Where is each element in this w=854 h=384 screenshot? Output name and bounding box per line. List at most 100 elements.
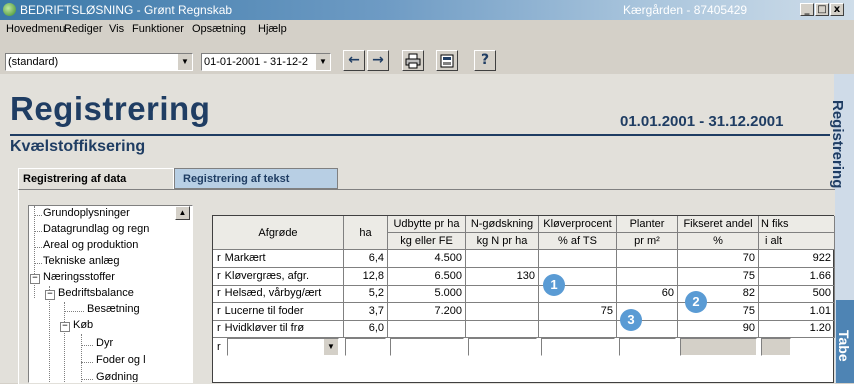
tree-connector xyxy=(81,379,93,380)
page-title: Registrering xyxy=(10,90,211,127)
menu-hovedmenu[interactable]: Hovedmenu xyxy=(6,23,65,35)
print-button[interactable] xyxy=(402,50,424,71)
row-marker: r xyxy=(217,304,221,317)
tree-item-goedning[interactable]: Gødning xyxy=(96,371,138,382)
cell-crop[interactable]: r Lucerne til foder xyxy=(213,302,344,321)
menu-opsaetning[interactable]: Opsætning xyxy=(192,23,246,35)
cell-udbytte xyxy=(388,320,466,338)
maximize-button[interactable]: □ xyxy=(815,3,829,16)
calculator-button[interactable] xyxy=(436,50,458,71)
page-subtitle: Kvælstoffiksering xyxy=(10,138,146,155)
menu-bar: Hovedmenu Rediger Vis Funktioner Opsætni… xyxy=(0,20,854,38)
tree-item-koeb[interactable]: Køb xyxy=(73,319,93,331)
forward-button[interactable]: → xyxy=(367,50,389,71)
title-divider xyxy=(10,134,830,136)
cell-fikseret: 75 xyxy=(678,267,759,286)
cell-planter xyxy=(617,250,678,268)
col-header-afgroede: Afgrøde xyxy=(213,216,344,250)
cell-ha: 5,2 xyxy=(344,285,388,303)
minimize-button[interactable]: _ xyxy=(800,3,814,16)
arrow-left-icon: ← xyxy=(348,52,360,68)
crop-label: Helsæd, vårbyg/ært xyxy=(224,287,322,299)
navigation-tree[interactable]: Grundoplysninger Datagrundlag og regn Ar… xyxy=(28,205,193,383)
chevron-down-icon[interactable]: ▼ xyxy=(177,54,192,70)
cell-ha: 6,0 xyxy=(344,320,388,338)
cell-ngoedskning: 130 xyxy=(466,267,539,286)
tree-item-grundoplysninger[interactable]: Grundoplysninger xyxy=(43,207,130,219)
annotation-badge-1: 1 xyxy=(543,274,565,296)
col-unit-kloeverprocent: % af TS xyxy=(539,233,617,250)
tree-item-areal[interactable]: Areal og produktion xyxy=(43,239,138,251)
tree-item-bedriftsbalance[interactable]: Bedriftsbalance xyxy=(58,287,134,299)
crop-label: Hvidkløver til frø xyxy=(224,322,305,334)
planter-entry-field[interactable] xyxy=(619,338,676,356)
cell-crop[interactable]: r Kløvergræs, afgr. xyxy=(213,267,344,286)
tree-connector xyxy=(49,286,50,382)
menu-vis[interactable]: Vis xyxy=(109,23,124,35)
cell-udbytte: 7.200 xyxy=(388,302,466,321)
tree-item-dyr[interactable]: Dyr xyxy=(96,337,113,349)
cell-nfiks: 1.01 xyxy=(759,302,835,321)
crop-label: Kløvergræs, afgr. xyxy=(224,269,310,282)
menu-rediger[interactable]: Rediger xyxy=(64,23,103,35)
cell-planter: 60 xyxy=(617,285,678,303)
calculator-icon xyxy=(440,54,454,68)
cell-kloeverprocent xyxy=(539,320,617,338)
cell-ha: 12,8 xyxy=(344,267,388,286)
farm-label: Kærgården - 87405429 xyxy=(623,3,748,17)
col-unit-ngoedskning: kg N pr ha xyxy=(466,233,539,250)
tree-item-naeringsstoffer[interactable]: Næringsstoffer xyxy=(43,271,115,283)
cell-ngoedskning xyxy=(466,250,539,268)
menu-hjaelp[interactable]: Hjælp xyxy=(258,23,287,35)
close-button[interactable]: x xyxy=(830,3,844,16)
cell-ha: 6,4 xyxy=(344,250,388,268)
tree-collapse-toggle[interactable]: − xyxy=(45,290,55,300)
menu-funktioner[interactable]: Funktioner xyxy=(132,23,184,35)
tab-registrering-data[interactable]: Registrering af data xyxy=(18,168,174,189)
profile-select[interactable]: (standard) ▼ xyxy=(5,53,193,71)
period-select[interactable]: 01-01-2001 - 31-12-2 ▼ xyxy=(201,53,331,71)
row-marker: r xyxy=(217,269,221,282)
tab-registrering-tekst[interactable]: Registrering af tekst xyxy=(174,168,338,189)
help-button[interactable]: ? xyxy=(474,50,496,71)
tree-item-datagrundlag[interactable]: Datagrundlag og regn xyxy=(43,223,149,235)
tree-scroll-up-button[interactable]: ▲ xyxy=(175,206,190,220)
cell-ngoedskning xyxy=(466,320,539,338)
crop-entry-select[interactable]: ▼ xyxy=(227,338,339,356)
ha-entry-field[interactable] xyxy=(345,338,386,356)
tree-item-tekniske[interactable]: Tekniske anlæg xyxy=(43,255,119,267)
chevron-down-icon[interactable]: ▼ xyxy=(315,54,330,70)
row-marker: r xyxy=(217,322,221,334)
tree-connector xyxy=(34,231,42,232)
tree-item-besaetning[interactable]: Besætning xyxy=(87,303,140,315)
col-header-nfiks: N fiks xyxy=(759,216,835,233)
back-button[interactable]: ← xyxy=(343,50,365,71)
tree-collapse-toggle[interactable]: − xyxy=(30,274,40,284)
cell-crop[interactable]: r Helsæd, vårbyg/ært xyxy=(213,285,344,303)
cell-crop[interactable]: r Hvidkløver til frø xyxy=(213,320,344,338)
col-unit-fikseret: % xyxy=(678,233,759,250)
tree-connector xyxy=(81,362,93,363)
cell-nfiks: 1.20 xyxy=(759,320,835,338)
chevron-down-icon[interactable]: ▼ xyxy=(323,339,338,355)
tree-collapse-toggle[interactable]: − xyxy=(60,322,70,332)
cell-crop[interactable]: r Markært xyxy=(213,250,344,268)
side-label: Registrering xyxy=(829,100,846,189)
cell-kloeverprocent xyxy=(539,250,617,268)
tree-connector xyxy=(64,311,84,312)
cell-udbytte: 4.500 xyxy=(388,250,466,268)
col-header-fikseret: Fikseret andel xyxy=(678,216,759,233)
col-header-ngoedskning: N-gødskning xyxy=(466,216,539,233)
ngoedskning-entry-field[interactable] xyxy=(468,338,537,356)
crop-label: Lucerne til foder xyxy=(224,304,304,317)
tree-item-foder[interactable]: Foder og l xyxy=(96,354,146,366)
window-title: BEDRIFTSLØSNING - Grønt Regnskab xyxy=(20,3,233,17)
cell-nfiks: 922 xyxy=(759,250,835,268)
cell-fikseret: 90 xyxy=(678,320,759,338)
side-tab-label: Tabe xyxy=(836,330,852,362)
col-header-planter: Planter xyxy=(617,216,678,233)
udbytte-entry-field[interactable] xyxy=(390,338,464,356)
tree-connector xyxy=(81,345,93,346)
cell-kloeverprocent: 75 xyxy=(539,302,617,321)
kloeverprocent-entry-field[interactable] xyxy=(541,338,615,356)
